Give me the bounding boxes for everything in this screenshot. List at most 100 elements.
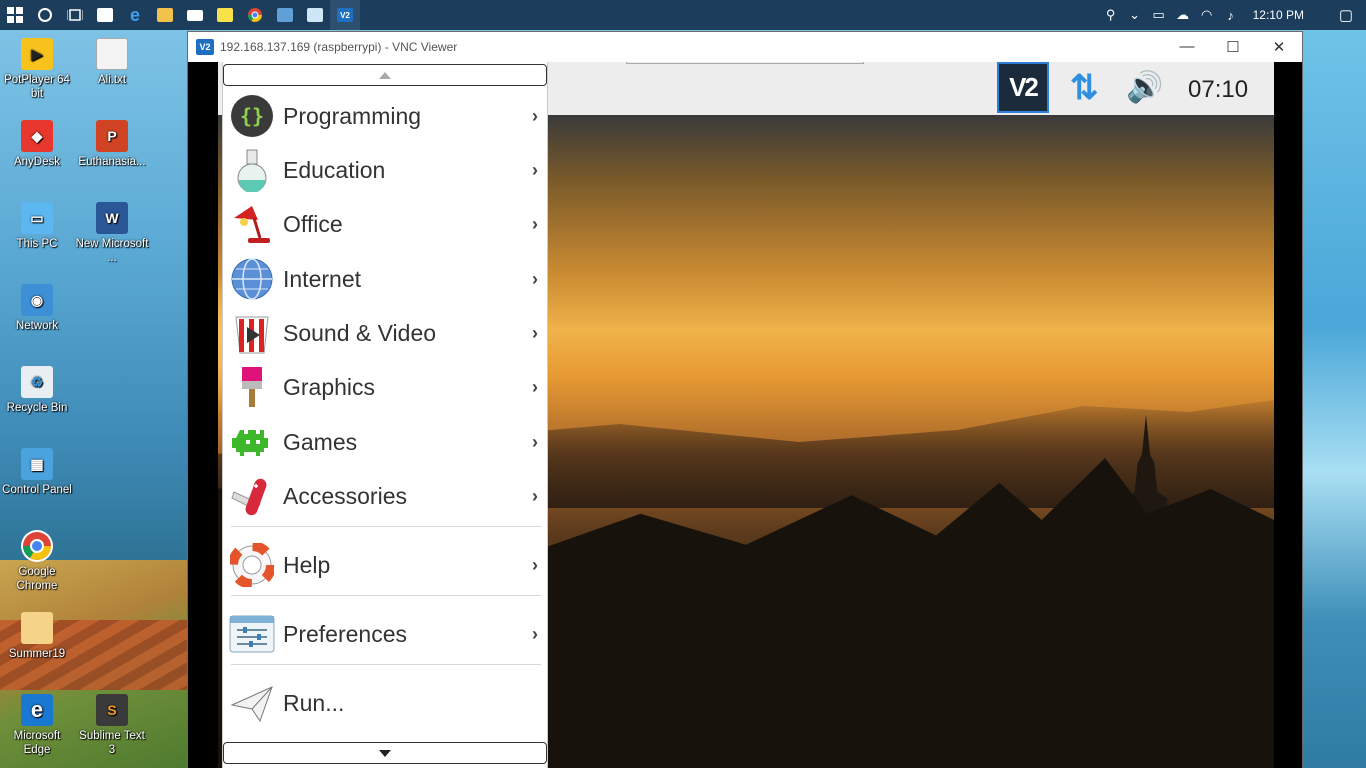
desktop-icon-label: Ali.txt	[97, 74, 127, 86]
desktop-icon-network[interactable]: ◉ Network	[0, 284, 74, 333]
submenu-arrow-icon: ›	[532, 213, 538, 234]
folder-icon	[21, 612, 53, 644]
submenu-arrow-icon: ›	[532, 554, 538, 575]
pi-application-menu[interactable]: {} Programming › Education › Office › In…	[222, 62, 548, 768]
submenu-arrow-icon: ›	[532, 268, 538, 289]
menu-item-programming[interactable]: {} Programming ›	[229, 89, 545, 143]
desktop-icon-control-panel[interactable]: ▦ Control Panel	[0, 448, 74, 497]
menu-item-run[interactable]: Run...	[229, 676, 545, 730]
people-icon[interactable]: ⚲	[1099, 7, 1123, 23]
svg-text:{}: {}	[240, 104, 264, 128]
onedrive-cloud-icon[interactable]: ☁	[1171, 7, 1195, 23]
sticky-notes-icon	[217, 8, 233, 22]
desktop-icon-anydesk[interactable]: ◆ AnyDesk	[0, 120, 74, 169]
network-arrows-icon[interactable]: ⇅	[1070, 68, 1099, 108]
desktop-icon-label: PotPlayer 64 bit	[4, 74, 70, 100]
menu-item-education[interactable]: Education ›	[229, 143, 545, 197]
battery-icon[interactable]: ▭	[1147, 7, 1171, 23]
office-lamp-icon	[229, 201, 275, 247]
show-hidden-icons-chevron-icon[interactable]: ⌄	[1123, 7, 1147, 23]
taskbar-chrome[interactable]	[240, 0, 270, 30]
edge-icon: e	[129, 4, 140, 25]
vnc-titlebar[interactable]: V2 192.168.137.169 (raspberrypi) - VNC V…	[188, 32, 1302, 62]
desktop-icon-sublime[interactable]: S Sublime Text 3	[75, 694, 149, 757]
taskbar-sticky-notes[interactable]	[210, 0, 240, 30]
windows-taskbar: e V2 ⚲ ⌄ ▭ ☁ ◠ ♪ 12:10 PM ▢	[0, 0, 1366, 30]
menu-separator	[231, 664, 541, 665]
preferences-icon	[229, 611, 275, 657]
chrome-icon	[248, 8, 262, 22]
desktop-icon-label: Recycle Bin	[6, 402, 68, 414]
desktop-icon-label: New Microsoft ...	[75, 238, 149, 264]
desktop-icon-ali-txt[interactable]: Ali.txt	[75, 38, 149, 87]
taskbar-vnc-viewer[interactable]: V2	[330, 0, 360, 30]
menu-item-help[interactable]: Help ›	[229, 538, 545, 592]
maximize-button[interactable]: ☐	[1210, 38, 1256, 56]
menu-item-office[interactable]: Office ›	[229, 197, 545, 251]
desktop-icon-label: Control Panel	[2, 484, 72, 496]
menu-scroll-down-button[interactable]	[223, 742, 547, 764]
taskbar-clock[interactable]: 12:10 PM	[1253, 8, 1304, 22]
taskbar-notepad[interactable]	[300, 0, 330, 30]
taskbar-mail[interactable]	[180, 0, 210, 30]
task-view-icon	[67, 9, 83, 21]
taskbar-store[interactable]	[90, 0, 120, 30]
menu-item-label: Education	[283, 156, 386, 183]
menu-item-sound-video[interactable]: Sound & Video ›	[229, 306, 545, 360]
menu-item-internet[interactable]: Internet ›	[229, 252, 545, 306]
desktop-icon-this-pc[interactable]: ▭ This PC	[0, 202, 74, 251]
submenu-arrow-icon: ›	[532, 623, 538, 644]
desktop-icon-new-word[interactable]: W New Microsoft ...	[75, 202, 149, 265]
action-center-icon[interactable]: ▢	[1326, 6, 1366, 24]
vnc-server-tray-icon[interactable]: V2	[997, 62, 1049, 113]
pi-clock[interactable]: 07:10	[1188, 76, 1248, 104]
menu-item-graphics[interactable]: Graphics ›	[229, 360, 545, 414]
chrome-icon	[21, 530, 53, 562]
menu-item-label: Office	[283, 210, 343, 237]
volume-icon[interactable]: ♪	[1219, 8, 1243, 23]
cortana-button[interactable]	[30, 0, 60, 30]
mail-icon	[187, 9, 203, 21]
computer-icon: ▭	[21, 202, 53, 234]
menu-item-label: Games	[283, 428, 358, 455]
desktop-icon-chrome[interactable]: Google Chrome	[0, 530, 74, 593]
remote-display[interactable]: V2 ⇅ 🔊 07:10 {} Programming › Education …	[188, 62, 1302, 768]
panel-taskbar-slot[interactable]	[626, 62, 864, 64]
vnc-viewer-window[interactable]: V2 192.168.137.169 (raspberrypi) - VNC V…	[187, 31, 1303, 768]
anydesk-icon: ◆	[21, 120, 53, 152]
text-file-icon	[96, 38, 128, 70]
desktop-icon-label: Microsoft Edge	[13, 730, 61, 756]
wifi-icon[interactable]: ◠	[1195, 7, 1219, 23]
desktop-icon-summer19[interactable]: Summer19	[0, 612, 74, 661]
windows-logo-icon	[7, 7, 23, 23]
minimize-button[interactable]: —	[1164, 38, 1210, 56]
menu-separator	[231, 526, 541, 527]
start-button[interactable]	[0, 0, 30, 30]
menu-item-accessories[interactable]: Accessories ›	[229, 469, 545, 523]
taskbar-file-explorer[interactable]	[150, 0, 180, 30]
menu-item-label: Preferences	[283, 620, 408, 647]
network-icon: ◉	[21, 284, 53, 316]
desktop-icon-edge[interactable]: e Microsoft Edge	[0, 694, 74, 757]
task-view-button[interactable]	[60, 0, 90, 30]
folder-icon	[157, 8, 173, 22]
vnc-logo-icon: V2	[196, 39, 214, 55]
desktop-icon-recycle-bin[interactable]: ♻ Recycle Bin	[0, 366, 74, 415]
menu-item-games[interactable]: Games ›	[229, 415, 545, 469]
desktop-icon-euthanasia[interactable]: P Euthanasia...	[75, 120, 149, 169]
desktop-icon-label: Summer19	[8, 648, 66, 660]
volume-speaker-icon[interactable]: 🔊	[1126, 70, 1163, 105]
menu-item-preferences[interactable]: Preferences ›	[229, 607, 545, 661]
menu-scroll-up-button[interactable]	[223, 64, 547, 86]
recycle-bin-icon: ♻	[21, 366, 53, 398]
desktop-icon-potplayer[interactable]: ▶ PotPlayer 64 bit	[0, 38, 74, 101]
word-icon: W	[96, 202, 128, 234]
menu-item-label: Graphics	[283, 373, 376, 400]
submenu-arrow-icon: ›	[532, 159, 538, 180]
close-button[interactable]: ✕	[1256, 38, 1302, 56]
raspberry-pi-desktop[interactable]: V2 ⇅ 🔊 07:10 {} Programming › Education …	[218, 62, 1274, 768]
edge-icon: e	[21, 694, 53, 726]
taskbar-edge[interactable]: e	[120, 0, 150, 30]
taskbar-app-photos[interactable]	[270, 0, 300, 30]
control-panel-icon: ▦	[21, 448, 53, 480]
